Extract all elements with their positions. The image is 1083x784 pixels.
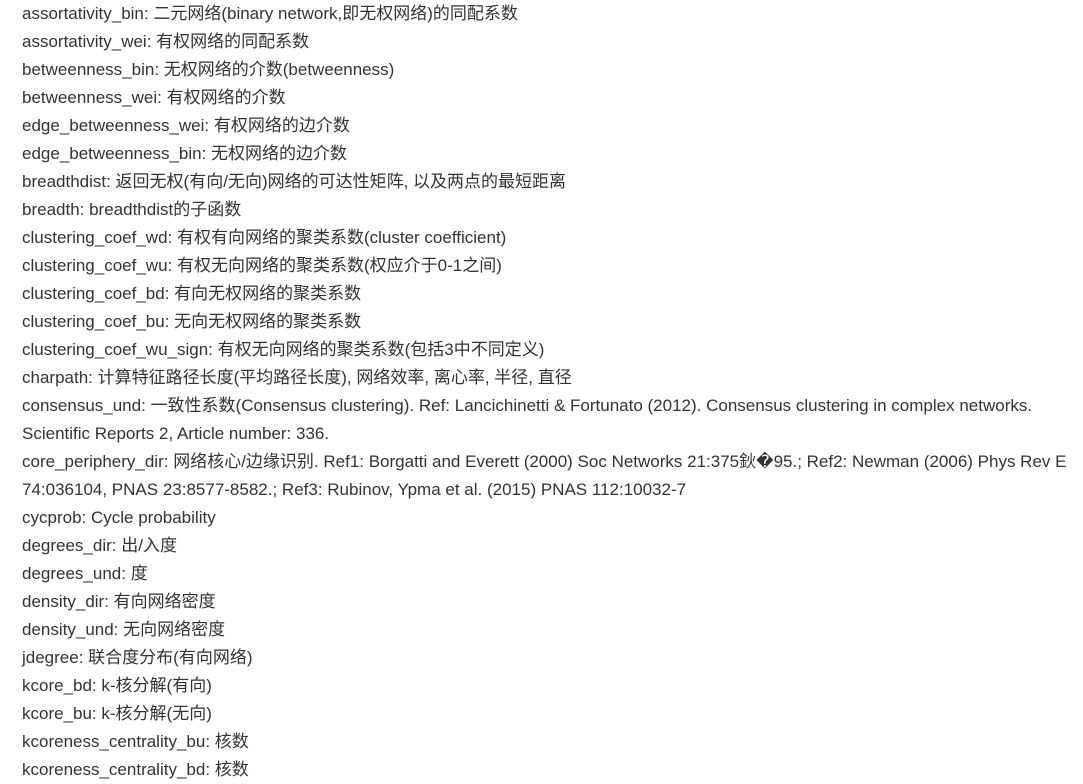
list-item: edge_betweenness_wei: 有权网络的边介数 <box>22 116 350 135</box>
list-item: cycprob: Cycle probability <box>22 508 216 527</box>
list-item: clustering_coef_wu: 有权无向网络的聚类系数(权应介于0-1之… <box>22 256 502 275</box>
list-item: betweenness_bin: 无权网络的介数(betweenness) <box>22 60 395 79</box>
list-item: jdegree: 联合度分布(有向网络) <box>22 648 253 667</box>
list-item: breadthdist: 返回无权(有向/无向)网络的可达性矩阵, 以及两点的最… <box>22 172 567 191</box>
list-item: kcore_bd: k-核分解(有向) <box>22 676 212 695</box>
document-page: assortativity_bin: 二元网络(binary network,即… <box>0 0 1083 783</box>
list-item: charpath: 计算特征路径长度(平均路径长度), 网络效率, 离心率, 半… <box>22 368 572 387</box>
list-item: clustering_coef_bd: 有向无权网络的聚类系数 <box>22 284 362 303</box>
list-item: assortativity_wei: 有权网络的同配系数 <box>22 32 310 51</box>
list-item: kcore_bu: k-核分解(无向) <box>22 704 212 723</box>
list-item: core_periphery_dir: 网络核心/边缘识别. Ref1: Bor… <box>22 452 1067 499</box>
list-item: kcoreness_centrality_bu: 核数 <box>22 732 249 751</box>
list-item: density_und: 无向网络密度 <box>22 620 226 639</box>
list-item: edge_betweenness_bin: 无权网络的边介数 <box>22 144 348 163</box>
list-item: degrees_dir: 出/入度 <box>22 536 177 555</box>
list-item: degrees_und: 度 <box>22 564 148 583</box>
function-description-list: assortativity_bin: 二元网络(binary network,即… <box>22 0 1078 784</box>
list-item: clustering_coef_bu: 无向无权网络的聚类系数 <box>22 312 362 331</box>
list-item: kcoreness_centrality_bd: 核数 <box>22 760 249 779</box>
list-item: consensus_und: 一致性系数(Consensus clusterin… <box>22 396 1033 443</box>
list-item: betweenness_wei: 有权网络的介数 <box>22 88 286 107</box>
list-item: breadth: breadthdist的子函数 <box>22 200 242 219</box>
list-item: assortativity_bin: 二元网络(binary network,即… <box>22 4 518 23</box>
list-item: clustering_coef_wu_sign: 有权无向网络的聚类系数(包括3… <box>22 340 545 359</box>
list-item: clustering_coef_wd: 有权有向网络的聚类系数(cluster … <box>22 228 507 247</box>
list-item: density_dir: 有向网络密度 <box>22 592 216 611</box>
